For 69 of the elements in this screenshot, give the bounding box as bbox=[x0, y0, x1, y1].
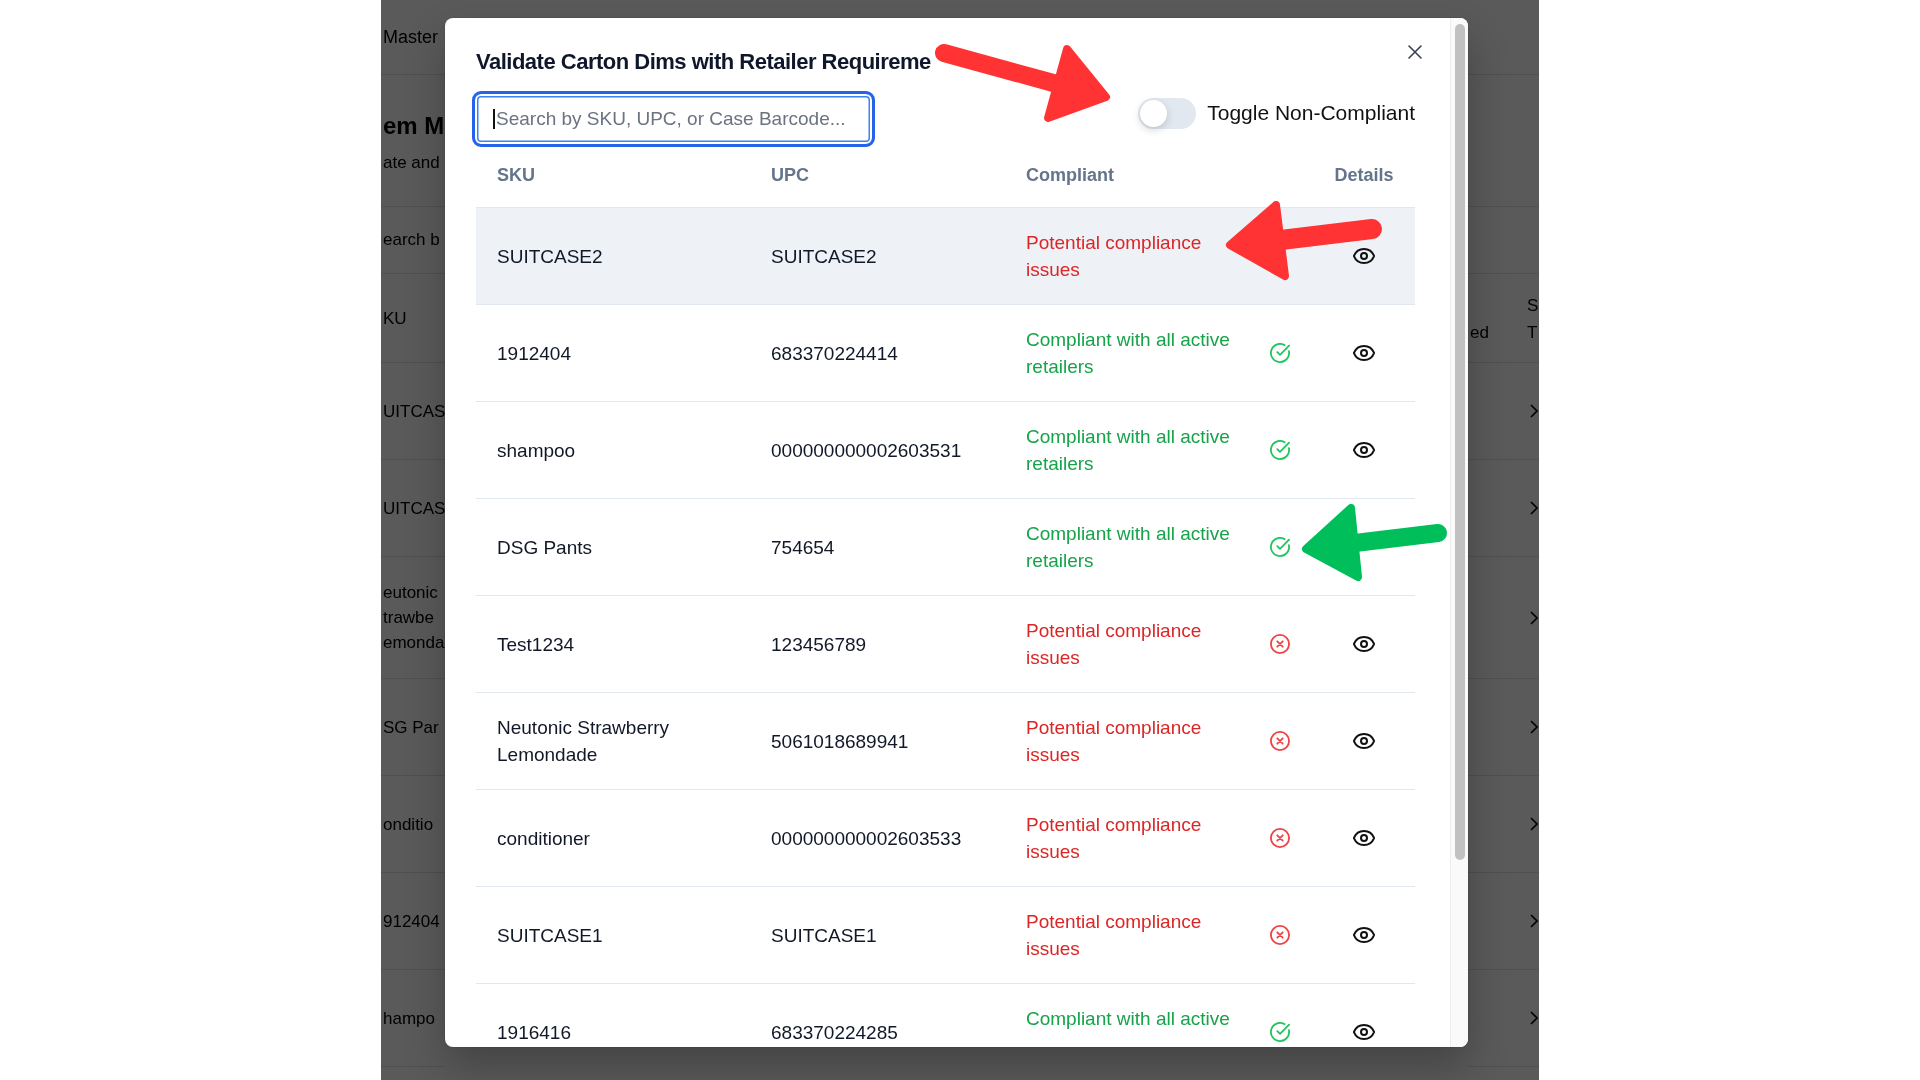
table-cell: 123456789 bbox=[771, 633, 867, 655]
chevron-right-icon[interactable] bbox=[1530, 1011, 1538, 1025]
table-cell: conditioner bbox=[497, 827, 590, 849]
table-cell: SUITCASE2 bbox=[497, 245, 603, 267]
table-cell: SUITCASE1 bbox=[497, 924, 603, 946]
eye-icon[interactable] bbox=[1353, 733, 1375, 749]
eye-icon[interactable] bbox=[1353, 442, 1375, 458]
eye-icon[interactable] bbox=[1353, 1024, 1375, 1040]
table-cell: 000000000002603533 bbox=[771, 827, 962, 849]
status-text: Compliant with all active retailers bbox=[1026, 426, 1230, 474]
column-header: KU bbox=[383, 307, 407, 330]
table-cell: shampoo bbox=[497, 439, 576, 461]
page-subtitle: ate and bbox=[383, 152, 440, 174]
chevron-right-icon[interactable] bbox=[1530, 914, 1538, 928]
status-text: Potential compliance issues bbox=[1026, 814, 1202, 862]
eye-icon[interactable] bbox=[1353, 345, 1375, 361]
chevron-right-icon[interactable] bbox=[1530, 404, 1538, 418]
chevron-right-icon[interactable] bbox=[1530, 501, 1538, 515]
status-text: Potential compliance issues bbox=[1026, 717, 1202, 765]
nav-link[interactable]: Master bbox=[383, 25, 438, 49]
table-cell: 683370224414 bbox=[771, 342, 898, 364]
status-text: Compliant with all active retailers bbox=[1026, 523, 1230, 571]
table-cell-text: trawbe bbox=[383, 607, 435, 629]
table-cell: 1912404 bbox=[497, 342, 571, 364]
table-cell-text: SG Par bbox=[383, 716, 439, 739]
table-cell-text: emonda bbox=[383, 632, 445, 654]
table-cell: DSG Pants bbox=[497, 536, 593, 558]
status-text: Potential compliance issues bbox=[1026, 232, 1202, 280]
page-title: em M bbox=[383, 111, 445, 141]
status-text: Compliant with all active bbox=[1026, 1008, 1230, 1029]
table-cell: 1916416 bbox=[497, 1021, 571, 1043]
table-cell: Test1234 bbox=[497, 633, 575, 655]
chevron-right-icon[interactable] bbox=[1530, 817, 1538, 831]
dialog-title: Validate Carton Dims with Retailer Requireme bbox=[476, 48, 931, 76]
eye-icon[interactable] bbox=[1353, 830, 1375, 846]
column-header: UPC bbox=[771, 164, 809, 187]
chevron-right-icon[interactable] bbox=[1530, 720, 1538, 734]
table-cell: 5061018689941 bbox=[771, 730, 909, 752]
scrollbar-thumb[interactable] bbox=[1454, 24, 1465, 860]
status-text: Compliant with all active retailers bbox=[1026, 329, 1230, 377]
table-cell-text: UITCAS bbox=[383, 497, 446, 520]
column-header: S T bbox=[1527, 295, 1539, 344]
table-cell-text: hampo bbox=[383, 1007, 435, 1030]
table-cell: 754654 bbox=[771, 536, 835, 558]
column-header: Details bbox=[1334, 164, 1394, 187]
status-text: Potential compliance issues bbox=[1026, 620, 1202, 668]
table-cell-text: UITCAS bbox=[383, 400, 446, 423]
table-cell-text: 912404 bbox=[383, 910, 440, 933]
eye-icon[interactable] bbox=[1353, 248, 1375, 264]
eye-icon[interactable] bbox=[1353, 927, 1375, 943]
table-cell-text: onditio bbox=[383, 813, 434, 836]
column-header: Compliant bbox=[1026, 164, 1114, 187]
table-cell: 000000000002603531 bbox=[771, 439, 962, 461]
toggle-switch[interactable] bbox=[1138, 97, 1197, 129]
close-icon[interactable] bbox=[1408, 45, 1422, 59]
status-text: Potential compliance issues bbox=[1026, 911, 1202, 959]
eye-icon[interactable] bbox=[1353, 636, 1375, 652]
table-cell: SUITCASE1 bbox=[771, 924, 877, 946]
column-header: SKU bbox=[497, 164, 535, 187]
toggle-label: Toggle Non-Compliant bbox=[1207, 100, 1415, 126]
chevron-right-icon[interactable] bbox=[1530, 610, 1538, 625]
column-header: ed bbox=[1470, 322, 1489, 344]
search-field[interactable]: Search by SKU, UPC, or Case Barcode... bbox=[472, 91, 875, 147]
table-cell: 683370224285 bbox=[771, 1021, 898, 1043]
table-cell: SUITCASE2 bbox=[771, 245, 877, 267]
table-cell-text: eutonic bbox=[383, 582, 438, 604]
table-cell: Neutonic Strawberry Lemondade bbox=[497, 717, 670, 765]
text-cursor bbox=[493, 109, 495, 129]
search-field[interactable]: earch b bbox=[383, 218, 445, 262]
